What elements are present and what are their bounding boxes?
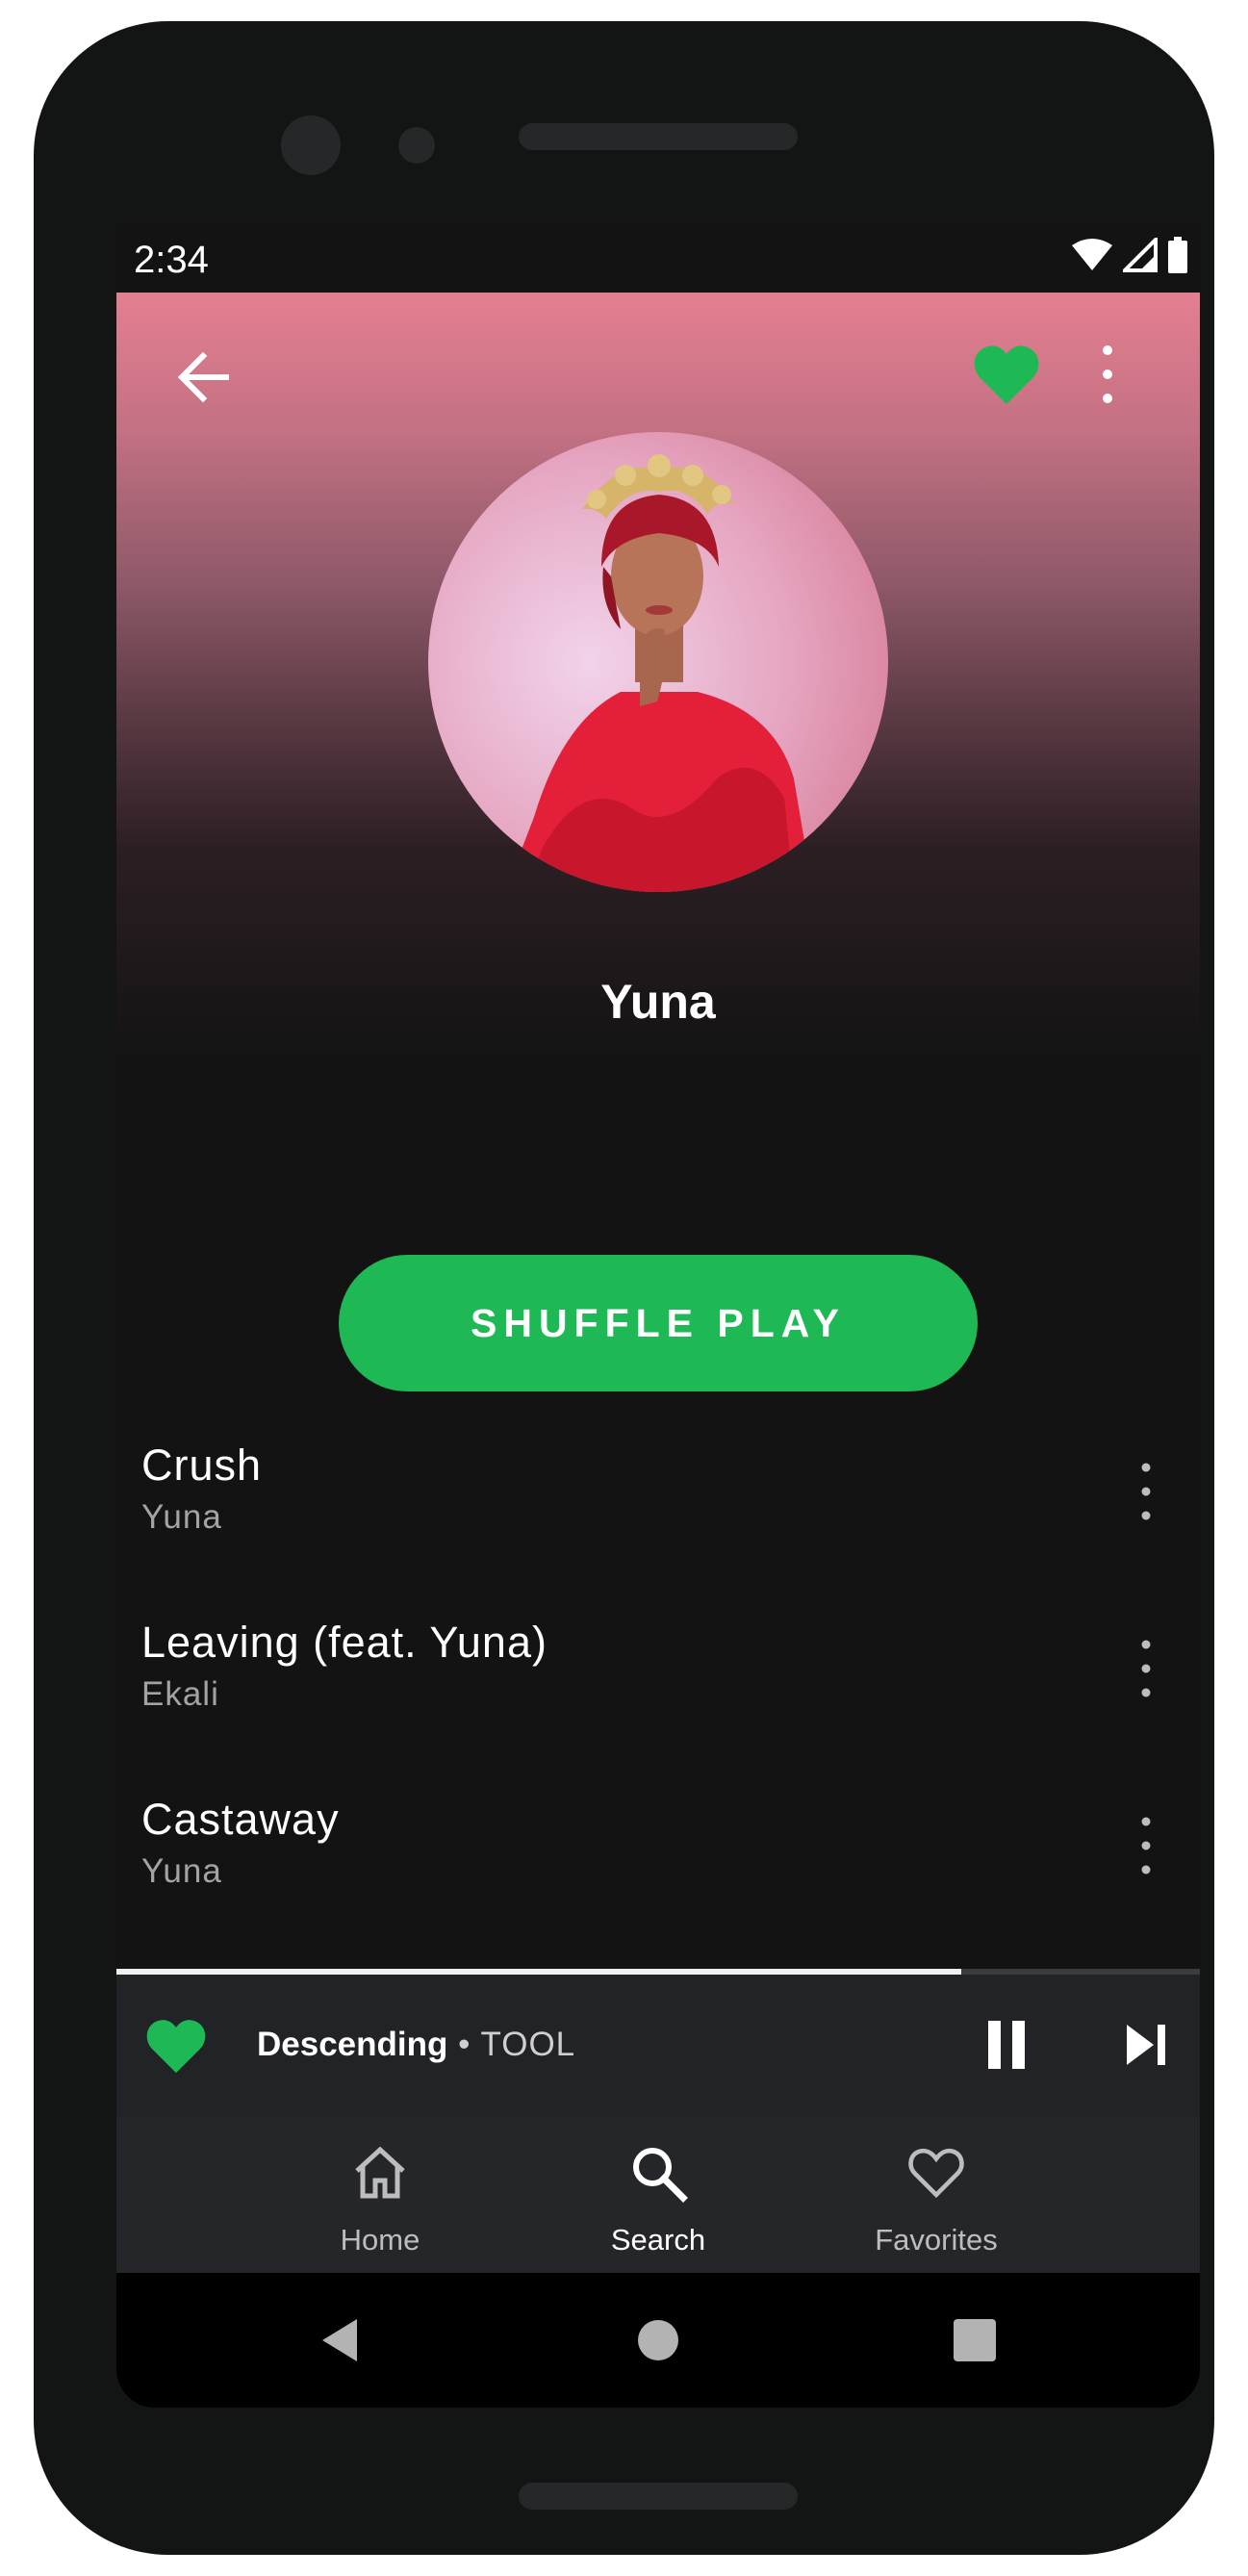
now-playing-title: Descending xyxy=(257,2026,448,2063)
more-vertical-icon xyxy=(1141,1463,1151,1520)
track-more-button[interactable] xyxy=(1127,1635,1165,1702)
circle-home-icon xyxy=(638,2320,678,2360)
artist-name: Yuna xyxy=(600,975,716,1029)
nav-search-label: Search xyxy=(610,2223,706,2257)
track-more-button[interactable] xyxy=(1127,1458,1165,1525)
now-playing-artist: TOOL xyxy=(480,2026,576,2063)
nav-home[interactable]: Home xyxy=(236,2117,524,2273)
track-title: Crush xyxy=(141,1441,263,1490)
track-title: Castaway xyxy=(141,1795,340,1844)
square-recents-icon xyxy=(954,2319,996,2361)
track-title: Leaving (feat. Yuna) xyxy=(141,1618,548,1667)
track-artist: Ekali xyxy=(141,1675,219,1713)
shuffle-play-button[interactable]: SHUFFLE PLAY xyxy=(339,1255,978,1391)
track-artist: Yuna xyxy=(141,1498,222,1536)
bottom-navigation: Home Search Favorites xyxy=(116,2117,1200,2273)
status-bar: 2:34 xyxy=(116,223,1200,293)
system-navigation-bar xyxy=(116,2273,1200,2408)
cell-signal-icon xyxy=(1123,238,1158,272)
track-row[interactable]: Leaving (feat. Yuna) Ekali xyxy=(116,1618,1200,1762)
wifi-icon xyxy=(1072,239,1112,270)
pause-button[interactable] xyxy=(982,2019,1031,2071)
track-row[interactable]: Crush Yuna xyxy=(116,1441,1200,1585)
nav-favorites-label: Favorites xyxy=(875,2223,998,2257)
phone-frame: 2:34 Yuna SHUFFLE PLAY Crush Yuna Leavin… xyxy=(34,21,1214,2555)
more-vertical-icon xyxy=(1103,345,1112,403)
bottom-speaker xyxy=(519,2483,798,2510)
system-recents-button[interactable] xyxy=(941,2309,1008,2371)
system-home-button[interactable] xyxy=(624,2309,692,2371)
artist-more-button[interactable] xyxy=(1088,341,1127,408)
nav-favorites[interactable]: Favorites xyxy=(792,2117,1081,2273)
now-playing-bar[interactable]: Descending • TOOL xyxy=(116,1975,1200,2117)
more-vertical-icon xyxy=(1141,1640,1151,1697)
system-back-button[interactable] xyxy=(309,2309,376,2371)
skip-next-icon xyxy=(1127,2025,1165,2065)
track-row[interactable]: Castaway Yuna xyxy=(116,1795,1200,1939)
heart-outline-icon xyxy=(908,2148,964,2199)
battery-icon xyxy=(1168,237,1187,273)
more-vertical-icon xyxy=(1141,1817,1151,1875)
now-playing-separator: • xyxy=(447,2026,481,2063)
pause-icon xyxy=(988,2021,1025,2069)
follow-heart-button[interactable] xyxy=(973,343,1040,406)
front-camera xyxy=(281,115,341,175)
back-button[interactable] xyxy=(174,348,232,406)
screen: 2:34 Yuna SHUFFLE PLAY Crush Yuna Leavin… xyxy=(116,223,1200,2408)
heart-filled-icon xyxy=(974,345,1039,404)
artist-header: Yuna xyxy=(116,293,1200,1062)
arrow-left-icon xyxy=(177,351,229,403)
nav-home-label: Home xyxy=(340,2223,420,2257)
now-playing-like-button[interactable] xyxy=(145,2017,207,2075)
status-time: 2:34 xyxy=(134,239,209,281)
home-icon xyxy=(355,2146,405,2199)
heart-filled-icon xyxy=(146,2020,206,2074)
proximity-sensor xyxy=(398,127,435,164)
artist-photo xyxy=(428,432,888,892)
earpiece-speaker xyxy=(519,123,798,150)
track-more-button[interactable] xyxy=(1127,1812,1165,1879)
status-icons xyxy=(1071,237,1188,273)
nav-search[interactable]: Search xyxy=(514,2117,802,2273)
search-icon xyxy=(633,2148,688,2203)
now-playing-info: Descending • TOOL xyxy=(257,2026,575,2064)
skip-next-button[interactable] xyxy=(1123,2019,1171,2071)
triangle-back-icon xyxy=(322,2319,357,2361)
track-artist: Yuna xyxy=(141,1852,222,1890)
